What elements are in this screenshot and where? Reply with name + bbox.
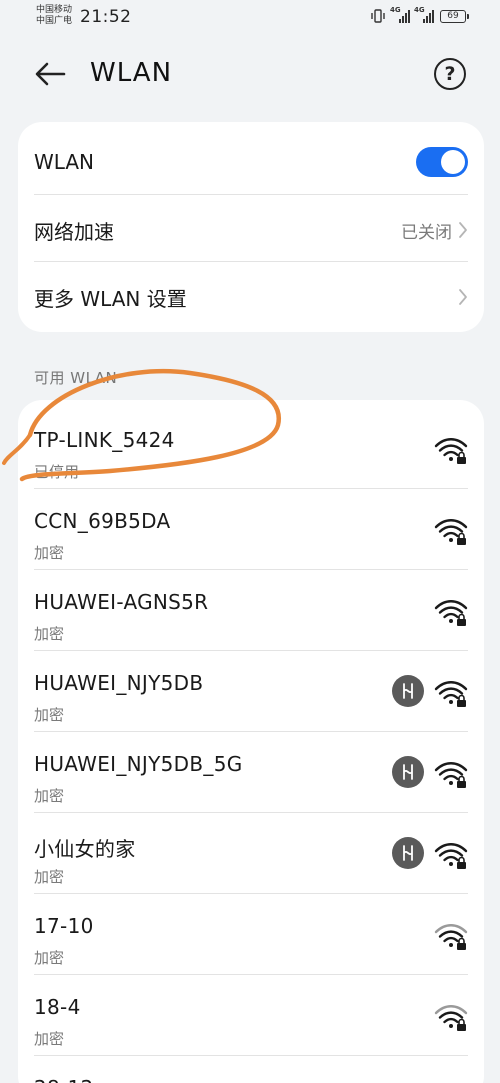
chevron-right-icon: [459, 222, 467, 238]
divider: [34, 261, 468, 262]
network-item[interactable]: TP-LINK_5424 已停用: [34, 408, 468, 489]
network-acceleration-row[interactable]: 网络加速 已关闭: [34, 202, 468, 258]
signal-icon-1: 4G: [390, 6, 410, 23]
network-status: 加密: [34, 787, 65, 805]
app-header: WLAN ?: [0, 44, 500, 104]
network-list: TP-LINK_5424 已停用 CCN_69B5DA 加密 HUAWEI-AGNS5R…: [18, 400, 484, 1083]
network-status: 加密: [34, 868, 65, 886]
battery-icon: 69: [440, 9, 469, 23]
wifi-locked-icon: [434, 438, 468, 464]
available-wlan-header: 可用 WLAN: [34, 369, 118, 387]
network-item[interactable]: 小仙女的家 加密: [34, 813, 468, 894]
question-icon: ?: [444, 63, 456, 85]
wlan-label: WLAN: [34, 150, 95, 174]
status-icons: 4G 4G 69: [370, 6, 469, 24]
network-item[interactable]: HUAWEI_NJY5DB_5G 加密: [34, 732, 468, 813]
arrow-left-icon: [35, 62, 66, 86]
network-name: 18-4: [34, 995, 81, 1019]
network-name: CCN_69B5DA: [34, 509, 171, 533]
network-item[interactable]: 17-10 加密: [34, 894, 468, 975]
network-name: 17-10: [34, 914, 94, 938]
back-button[interactable]: [30, 56, 70, 92]
network-status: 加密: [34, 625, 65, 643]
network-acceleration-label: 网络加速: [34, 219, 114, 244]
network-name: HUAWEI_NJY5DB_5G: [34, 752, 243, 776]
more-wlan-settings-row[interactable]: 更多 WLAN 设置: [34, 269, 468, 325]
huawei-share-icon: [392, 837, 424, 869]
wifi-locked-icon: [434, 843, 468, 869]
network-item[interactable]: HUAWEI-AGNS5R 加密: [34, 570, 468, 651]
network-item[interactable]: 18-4 加密: [34, 975, 468, 1056]
network-status: 加密: [34, 1030, 65, 1048]
page-title: WLAN: [90, 58, 173, 88]
wlan-settings-card: WLAN 网络加速 已关闭 更多 WLAN 设置: [18, 122, 484, 332]
network-status: 加密: [34, 949, 65, 967]
switch-knob: [441, 150, 465, 174]
signal-icon-2: 4G: [414, 6, 434, 23]
network-status: 加密: [34, 706, 65, 724]
network-name: HUAWEI-AGNS5R: [34, 590, 209, 614]
wlan-toggle-row[interactable]: WLAN: [34, 136, 468, 188]
wifi-locked-icon: [434, 600, 468, 626]
wifi-locked-icon: [434, 519, 468, 545]
chevron-right-icon: [459, 289, 467, 305]
network-item[interactable]: CCN_69B5DA 加密: [34, 489, 468, 570]
network-item[interactable]: HUAWEI_NJY5DB 加密: [34, 651, 468, 732]
network-status: 加密: [34, 544, 65, 562]
network-acceleration-value: 已关闭: [401, 222, 452, 243]
divider: [34, 194, 468, 195]
wifi-locked-icon: [434, 924, 468, 950]
network-name: TP-LINK_5424: [34, 428, 175, 452]
carrier-1: 中国移动: [36, 5, 73, 15]
wifi-locked-icon: [434, 762, 468, 788]
wifi-locked-icon: [434, 1005, 468, 1031]
more-wlan-settings-label: 更多 WLAN 设置: [34, 286, 187, 311]
wifi-locked-icon: [434, 681, 468, 707]
carrier-2: 中国广电: [36, 16, 73, 26]
vibrate-icon: [371, 9, 385, 23]
network-name: HUAWEI_NJY5DB: [34, 671, 204, 695]
clock: 21:52: [80, 7, 132, 27]
network-type-2: 4G: [414, 6, 425, 14]
network-item[interactable]: 28-12: [34, 1056, 468, 1083]
help-button[interactable]: ?: [434, 58, 466, 90]
carrier-info: 中国移动 中国广电: [36, 5, 72, 27]
wlan-switch[interactable]: [416, 147, 468, 177]
status-bar: 中国移动 中国广电 21:52 4G 4G 69: [0, 0, 500, 34]
huawei-share-icon: [392, 756, 424, 788]
huawei-share-icon: [392, 675, 424, 707]
network-name: 28-12: [34, 1076, 94, 1083]
network-status: 已停用: [34, 463, 80, 481]
network-type-1: 4G: [390, 6, 401, 14]
network-name: 小仙女的家: [34, 837, 136, 861]
